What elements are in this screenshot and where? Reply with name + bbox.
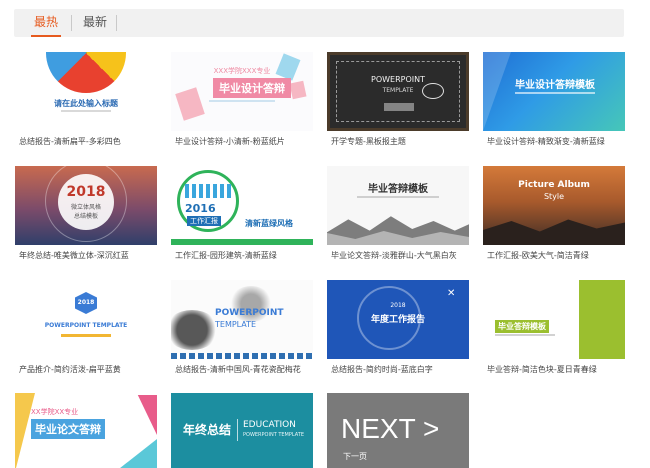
tab-divider <box>71 15 72 31</box>
thumbnail-title: POWERPOINT <box>215 308 284 318</box>
next-sublabel: 下一页 <box>343 452 367 461</box>
divider-line <box>61 110 111 112</box>
tools-icon: ✕ <box>447 288 456 299</box>
thumbnail-title: 毕业论文答辩 <box>31 419 105 439</box>
template-card[interactable]: 毕业答辩模板 毕业论文答辩-淡雅群山-大气黑白灰 <box>327 166 469 260</box>
thumbnail-title: 年度工作报告 <box>370 315 425 325</box>
color-block <box>579 280 625 359</box>
template-card[interactable]: XXX学院XXX专业 毕业设计答辩 毕业设计答辩-小清新-粉蓝纸片 <box>171 52 313 146</box>
thumbnail-title: 2016 <box>185 202 216 215</box>
template-card[interactable]: 请在此处输入标题 总结报告-清新扁平-多彩四色 <box>15 52 157 146</box>
next-page-button[interactable]: NEXT > 下一页 <box>327 393 469 468</box>
next-page-card[interactable]: NEXT > 下一页 <box>327 393 469 468</box>
template-card[interactable]: 毕业答辩模板 毕业答辩-简洁色块-夏日青春绿 <box>483 280 625 374</box>
decorative-shape <box>483 52 511 131</box>
template-thumbnail[interactable]: POWERPOINT TEMPLATE <box>171 280 313 359</box>
ink-splash <box>171 310 219 350</box>
template-thumbnail[interactable]: 2018 微立体风格 总结模板 <box>15 166 157 245</box>
tab-newest[interactable]: 最新 <box>83 9 107 37</box>
template-caption[interactable]: 开学专题-黑板报主题 <box>331 136 406 147</box>
thumbnail-subtitle: 微立体风格 <box>70 204 101 211</box>
chalk-doodle <box>384 103 414 111</box>
template-card[interactable]: Picture Album Style 工作汇报-欧美大气-简洁青绿 <box>483 166 625 260</box>
divider-line <box>495 334 555 336</box>
template-thumbnail[interactable]: 请在此处输入标题 <box>15 52 157 131</box>
template-thumbnail[interactable]: 2018 POWERPOINT TEMPLATE <box>15 280 157 359</box>
template-card[interactable]: 2016 工作汇报 清新蓝绿风格 工作汇报-园形建筑-清新蓝绿 <box>171 166 313 260</box>
tab-hottest[interactable]: 最热 <box>30 9 62 37</box>
template-card[interactable]: 年终总结 EDUCATION POWERPOINT TEMPLATE <box>171 393 313 468</box>
template-caption[interactable]: 毕业论文答辩-淡雅群山-大气黑白灰 <box>331 250 457 261</box>
divider-line <box>209 100 275 102</box>
template-thumbnail[interactable]: 毕业设计答辩模板 <box>483 52 625 131</box>
divider-line <box>171 239 313 245</box>
thumbnail-subtitle: EDUCATION <box>243 420 296 430</box>
template-caption[interactable]: 毕业答辩-简洁色块-夏日青春绿 <box>487 364 597 375</box>
template-caption[interactable]: 总结报告-清新中国风-青花瓷配梅花 <box>175 364 301 375</box>
porcelain-border <box>171 353 313 359</box>
tab-divider <box>116 15 117 31</box>
template-thumbnail[interactable]: POWERPOINT TEMPLATE <box>327 52 469 131</box>
thumbnail-title: 毕业答辩模板 <box>368 184 428 195</box>
thumbnail-title: 2018 <box>77 299 95 306</box>
decorative-shape <box>137 395 157 435</box>
thumbnail-title: POWERPOINT <box>371 75 425 84</box>
template-thumbnail[interactable]: 年终总结 EDUCATION POWERPOINT TEMPLATE <box>171 393 313 468</box>
divider-line <box>61 334 111 337</box>
template-thumbnail[interactable]: 毕业答辩模板 <box>327 166 469 245</box>
mountain-silhouette <box>483 219 625 245</box>
thumbnail-title: 请在此处输入标题 <box>54 99 118 108</box>
thumbnail-title: 毕业设计答辩模板 <box>515 80 595 91</box>
decorative-shape <box>175 87 205 121</box>
template-thumbnail[interactable]: XXX学院XXX专业 毕业设计答辩 <box>171 52 313 131</box>
template-caption[interactable]: 毕业设计答辩-精致渐变-清新蓝绿 <box>487 136 605 147</box>
thumbnail-title: 毕业设计答辩 <box>213 78 291 98</box>
tab-bar: 最热 最新 <box>14 9 624 37</box>
template-card[interactable]: POWERPOINT TEMPLATE 总结报告-清新中国风-青花瓷配梅花 <box>171 280 313 374</box>
divider-line <box>357 196 439 198</box>
template-caption[interactable]: 总结报告-简约时尚-蓝底白字 <box>331 364 433 375</box>
thumbnail-title: Picture Album <box>518 180 590 190</box>
decorative-shape <box>289 80 307 100</box>
template-caption[interactable]: 工作汇报-园形建筑-清新蓝绿 <box>175 250 277 261</box>
template-caption[interactable]: 产品推介-简约活泼-扁平蓝黄 <box>19 364 121 375</box>
template-card[interactable]: XX学院XX专业 毕业论文答辩 <box>15 393 157 468</box>
thumbnail-subtitle: 工作汇报 <box>187 216 221 226</box>
template-card[interactable]: 毕业设计答辩模板 毕业设计答辩-精致渐变-清新蓝绿 <box>483 52 625 146</box>
template-card[interactable]: 2018 年度工作报告 ✕ 总结报告-简约时尚-蓝底白字 <box>327 280 469 374</box>
template-caption[interactable]: 工作汇报-欧美大气-简洁青绿 <box>487 250 589 261</box>
thumbnail-title: 年终总结 <box>183 423 232 437</box>
template-caption[interactable]: 毕业设计答辩-小清新-粉蓝纸片 <box>175 136 285 147</box>
template-thumbnail[interactable]: Picture Album Style <box>483 166 625 245</box>
thumbnail-subtitle-2: POWERPOINT TEMPLATE <box>243 432 305 438</box>
thumbnail-subtitle: Style <box>543 192 565 201</box>
template-thumbnail[interactable]: 2016 工作汇报 清新蓝绿风格 <box>171 166 313 245</box>
thumbnail-side-title: 清新蓝绿风格 <box>245 219 293 228</box>
template-thumbnail[interactable]: XX学院XX专业 毕业论文答辩 <box>15 393 157 468</box>
template-caption[interactable]: 年终总结-唯美微立体-深沉红蓝 <box>19 250 129 261</box>
template-thumbnail[interactable]: 2018 年度工作报告 ✕ <box>327 280 469 359</box>
template-caption[interactable]: 总结报告-清新扁平-多彩四色 <box>19 136 121 147</box>
thumbnail-subtitle: TEMPLATE <box>382 87 414 94</box>
thumbnail-subtitle-2: 总结模板 <box>73 213 98 220</box>
template-card[interactable]: 2018 微立体风格 总结模板 年终总结-唯美微立体-深沉红蓝 <box>15 166 157 260</box>
thumbnail-title: 2018 <box>66 184 106 200</box>
thumbnail-title: 毕业答辩模板 <box>495 320 549 333</box>
template-card[interactable]: 2018 POWERPOINT TEMPLATE 产品推介-简约活泼-扁平蓝黄 <box>15 280 157 374</box>
thumbnail-subtitle: TEMPLATE <box>215 320 257 329</box>
thumbnail-kicker: XX学院XX专业 <box>31 408 79 416</box>
thumbnail-kicker: XXX学院XXX专业 <box>213 67 271 75</box>
next-label[interactable]: NEXT > <box>341 413 439 445</box>
template-thumbnail[interactable]: 毕业答辩模板 <box>483 280 625 359</box>
building-silhouette <box>185 184 231 198</box>
thumbnail-kicker: 2018 <box>390 302 406 309</box>
divider-line <box>237 419 238 441</box>
decorative-shape <box>115 439 157 468</box>
template-card[interactable]: POWERPOINT TEMPLATE 开学专题-黑板报主题 <box>327 52 469 146</box>
chalk-doodle <box>422 83 444 99</box>
divider-line <box>515 92 595 94</box>
thumbnail-subtitle: POWERPOINT TEMPLATE <box>44 322 128 329</box>
